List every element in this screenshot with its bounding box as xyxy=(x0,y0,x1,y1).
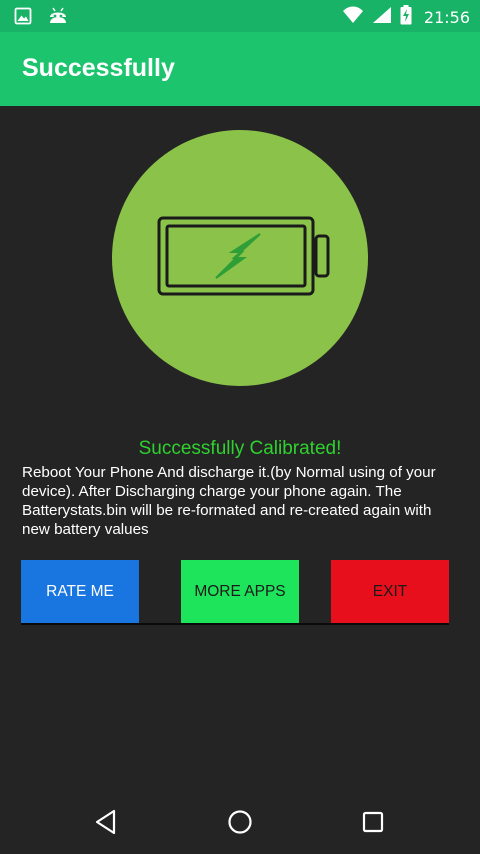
back-button[interactable] xyxy=(90,806,122,838)
status-time: 21:56 xyxy=(423,7,470,27)
home-button[interactable] xyxy=(224,806,256,838)
more-apps-button[interactable]: MORE APPS xyxy=(181,560,299,623)
rate-me-button[interactable]: RATE ME xyxy=(21,560,139,623)
back-icon xyxy=(95,809,116,835)
home-icon xyxy=(228,810,252,834)
battery-charging-icon xyxy=(400,5,412,29)
calibrated-title: Successfully Calibrated! xyxy=(138,438,342,459)
exit-button[interactable]: EXIT xyxy=(331,560,449,623)
android-icon xyxy=(48,7,68,29)
app-bar: Successfully xyxy=(0,32,480,106)
divider xyxy=(21,623,449,625)
signal-icon xyxy=(372,6,392,28)
image-icon xyxy=(14,7,32,29)
status-bar: 21:56 xyxy=(0,0,480,32)
description-text: Reboot Your Phone And discharge it.(by N… xyxy=(22,464,436,538)
recents-icon xyxy=(362,811,384,833)
page-title: Successfully xyxy=(22,54,175,82)
recents-button[interactable] xyxy=(357,806,389,838)
buttons-row: RATE ME MORE APPS EXIT xyxy=(21,560,449,626)
battery-charging-icon xyxy=(157,216,330,296)
wifi-icon xyxy=(342,6,364,28)
battery-graphic xyxy=(112,130,368,386)
nav-bar xyxy=(0,790,480,854)
